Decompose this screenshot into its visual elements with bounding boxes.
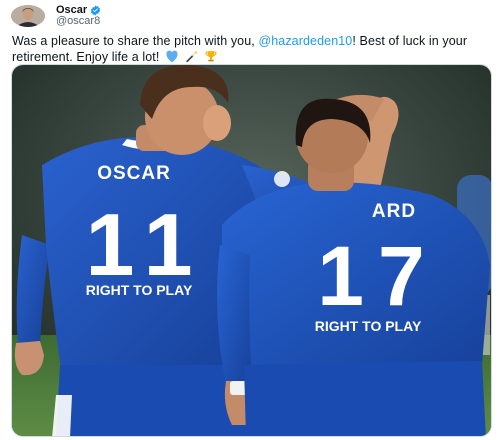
avatar[interactable] — [11, 5, 45, 27]
right-player-number: 17 — [317, 229, 438, 323]
tweet-photo[interactable]: OSCAR 11 RIGHT TO PLAY ARD 17 RIGHT TO P… — [11, 64, 492, 437]
right-player-sponsor: RIGHT TO PLAY — [315, 318, 422, 334]
tweet-header: Oscar @oscar8 — [11, 4, 101, 28]
tweet-text-before: Was a pleasure to share the pitch with y… — [12, 34, 259, 48]
mention-link[interactable]: @hazardeden10 — [258, 34, 352, 48]
blue-heart-icon — [166, 50, 178, 63]
left-player-number: 11 — [85, 195, 206, 294]
magic-wand-icon — [185, 50, 198, 63]
trophy-icon — [205, 51, 217, 62]
handle[interactable]: @oscar8 — [56, 16, 101, 27]
left-player-name: OSCAR — [97, 163, 171, 184]
tweet-text: Was a pleasure to share the pitch with y… — [12, 33, 492, 65]
right-player-name: ARD — [372, 201, 416, 222]
tweet-card[interactable]: Oscar @oscar8 Was a pleasure to share th… — [0, 0, 500, 440]
left-player-sponsor: RIGHT TO PLAY — [86, 282, 193, 298]
